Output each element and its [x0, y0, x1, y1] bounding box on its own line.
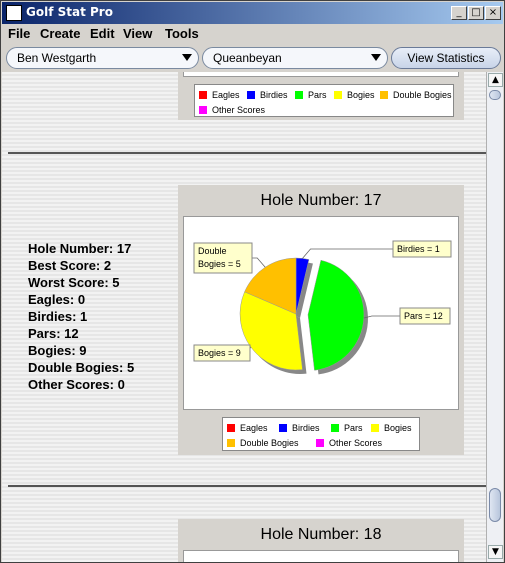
close-button[interactable]: × [485, 6, 501, 20]
legend-item-eagles: Eagles [199, 90, 240, 100]
menu-file[interactable]: File [8, 26, 30, 41]
plot-area [183, 550, 459, 562]
scrollbar-track-marker [489, 90, 501, 100]
label-leader-line [302, 248, 393, 259]
stat-bogies: Bogies: 9 [28, 343, 87, 358]
stat-worst-score: Worst Score: 5 [28, 275, 120, 290]
legend-item-pars: Pars [331, 423, 363, 433]
window-title: Golf Stat Pro [26, 5, 113, 19]
section-label-text: Double [198, 246, 227, 256]
course-select-value: Queanbeyan [213, 51, 282, 65]
section-label-text: Pars = 12 [404, 311, 443, 321]
legend-item-pars: Pars [295, 90, 327, 100]
stat-pars: Pars: 12 [28, 326, 79, 341]
chart-title: Hole Number: 17 [260, 192, 382, 209]
plot-area: Birdies = 1 Pars = 12 Bogies = 9 Double Bogi… [183, 216, 459, 410]
menu-bar: File Create Edit View Tools [2, 24, 503, 44]
pie-chart: Birdies = 1 Pars = 12 Bogies = 9 Double Bogi… [193, 240, 452, 375]
chart-legend: Eagles Birdies Pars Bogies Double Bogies… [222, 417, 420, 451]
stat-double-bogies: Double Bogies: 5 [28, 360, 135, 375]
chevron-down-icon [371, 54, 381, 61]
menu-tools[interactable]: Tools [165, 26, 199, 41]
section-divider [8, 485, 486, 487]
stat-other-scores: Other Scores: 0 [28, 377, 125, 392]
menu-create[interactable]: Create [40, 26, 80, 41]
chart-panel-previous: Eagles Birdies Pars Bogies Double Bogies… [178, 72, 464, 120]
toolbar: Ben Westgarth Queanbeyan View Statistics [2, 44, 503, 72]
legend-item-double-bogies: Double Bogies [227, 438, 299, 448]
stat-best-score: Best Score: 2 [28, 258, 112, 273]
legend-item-birdies: Birdies [279, 423, 320, 433]
hole-17-stats: Hole Number: 17 Best Score: 2 Worst Scor… [28, 240, 134, 393]
legend-item-other-scores: Other Scores [199, 105, 265, 115]
legend-item-bogies: Bogies [371, 423, 412, 433]
stats-scroll-area: Eagles Birdies Pars Bogies Double Bogies… [2, 72, 486, 562]
player-select-value: Ben Westgarth [17, 51, 97, 65]
stat-birdies: Birdies: 1 [28, 309, 88, 324]
stat-hole-number: Hole Number: 17 [28, 241, 132, 256]
chart-panel-hole-17: Hole Number: 17 Birdies = 1 Pars = 12 Bogi… [178, 185, 464, 455]
app-icon [6, 5, 22, 21]
chart-panel-hole-18: Hole Number: 18 [178, 519, 464, 562]
section-label-text: Bogies = 9 [198, 348, 241, 358]
app-window: Golf Stat Pro _ □ × File Create Edit Vie… [0, 0, 505, 563]
menu-view[interactable]: View [123, 26, 152, 41]
label-leader-line [252, 257, 266, 268]
legend-item-double-bogies: Double Bogies [380, 90, 452, 100]
section-label-text: Birdies = 1 [397, 244, 440, 254]
vertical-scrollbar[interactable]: ▲ ▼ [486, 72, 503, 562]
section-divider [8, 152, 486, 154]
minimize-button[interactable]: _ [451, 6, 467, 20]
view-statistics-button[interactable]: View Statistics [391, 47, 501, 69]
maximize-button[interactable]: □ [468, 6, 484, 20]
scrollbar-thumb[interactable] [489, 488, 501, 522]
menu-edit[interactable]: Edit [90, 26, 115, 41]
stat-eagles: Eagles: 0 [28, 292, 86, 307]
scroll-down-button[interactable]: ▼ [488, 545, 503, 559]
chevron-down-icon [182, 54, 192, 61]
chart-legend: Eagles Birdies Pars Bogies Double Bogies… [194, 84, 454, 117]
legend-item-other-scores: Other Scores [316, 438, 382, 448]
player-select[interactable]: Ben Westgarth [6, 47, 199, 69]
label-leader-line [363, 315, 400, 319]
scroll-up-button[interactable]: ▲ [488, 73, 503, 87]
section-label-text: Bogies = 5 [198, 259, 241, 269]
legend-item-eagles: Eagles [227, 423, 268, 433]
legend-item-bogies: Bogies [334, 90, 375, 100]
chart-title: Hole Number: 18 [260, 526, 382, 543]
legend-item-birdies: Birdies [247, 90, 288, 100]
title-bar: Golf Stat Pro _ □ × [2, 2, 503, 24]
course-select[interactable]: Queanbeyan [202, 47, 388, 69]
